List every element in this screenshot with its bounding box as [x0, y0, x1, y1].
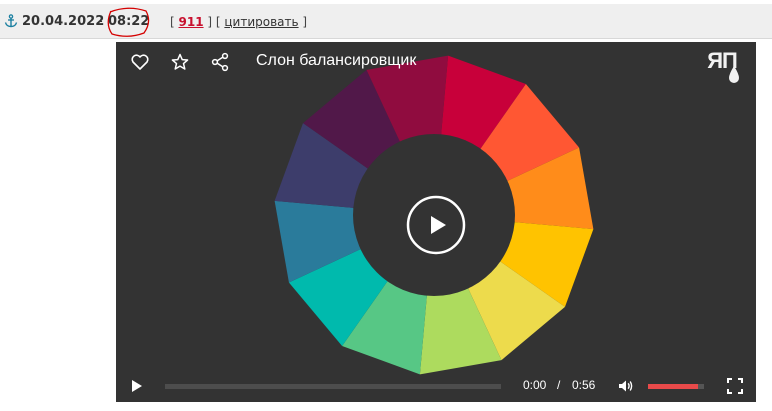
volume-fill [648, 384, 699, 389]
player-top-bar: Слон балансировщик ЯП [116, 42, 756, 83]
fullscreen-icon[interactable] [727, 378, 743, 394]
player-controls: 0:00 / 0:56 [116, 370, 756, 402]
current-time: 0:00 [523, 378, 547, 392]
progress-bar[interactable] [165, 384, 501, 389]
page: 20.04.2022 - 08:22 [ 911 ] [ цитировать … [0, 0, 772, 411]
post-date: 20.04.2022 [22, 14, 105, 29]
handdrawn-circle-annotation [107, 7, 150, 37]
anchor-icon[interactable] [4, 14, 18, 28]
post-header: 20.04.2022 - 08:22 [ 911 ] [ цитировать … [0, 4, 772, 39]
volume-icon[interactable] [618, 378, 634, 394]
video-player[interactable]: Слон балансировщик ЯП 0:00 / 0:56 [116, 42, 756, 402]
yaplakal-logo[interactable]: ЯП [702, 48, 742, 86]
heart-icon[interactable] [130, 52, 150, 72]
time-separator: / [557, 378, 561, 392]
drop-icon [729, 66, 739, 83]
total-time: 0:56 [572, 378, 596, 392]
comment-count-link[interactable]: 911 [179, 15, 204, 29]
share-icon[interactable] [210, 52, 230, 72]
post-meta: [ 911 ] [ цитировать ] [170, 15, 308, 29]
quote-link[interactable]: цитировать [224, 15, 298, 29]
center-play-button[interactable] [406, 195, 466, 255]
date-time-separator: - [98, 14, 103, 29]
volume-slider[interactable] [648, 384, 704, 389]
star-icon[interactable] [170, 52, 190, 72]
play-icon[interactable] [129, 378, 145, 394]
video-title: Слон балансировщик [256, 52, 417, 69]
